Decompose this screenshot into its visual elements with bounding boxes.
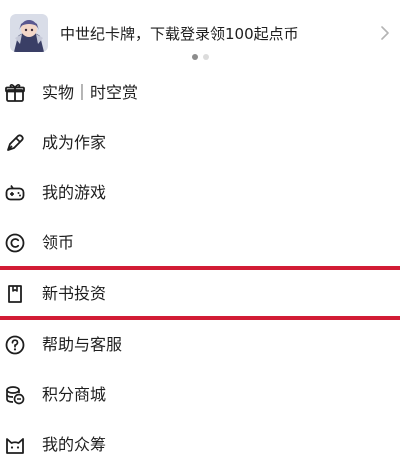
menu-item-label: 帮助与客服	[42, 335, 123, 354]
gamepad-icon	[4, 182, 26, 204]
menu-item-help-support[interactable]: 帮助与客服	[0, 320, 400, 370]
cat-face-icon	[4, 434, 26, 456]
menu-item-label: 领币	[42, 233, 75, 252]
profile-menu-page: 中世纪卡牌，下载登录领100起点币 实物｜时空赏 成为作家 我的游戏 领币 新书…	[0, 0, 400, 461]
banner-text: 中世纪卡牌，下载登录领100起点币	[60, 25, 299, 43]
menu-item-label: 积分商城	[42, 385, 107, 404]
menu-item-label: 实物｜时空赏	[42, 83, 139, 102]
menu-item-label: 新书投资	[42, 284, 107, 303]
pagination-dot-active[interactable]	[192, 54, 198, 60]
menu-item-points-mall[interactable]: 积分商城	[0, 370, 400, 420]
pen-icon	[4, 132, 26, 154]
menu-item-new-book-investment[interactable]: 新书投资	[0, 270, 400, 316]
coin-icon	[4, 232, 26, 254]
gift-icon	[4, 82, 26, 104]
game-character-thumbnail	[10, 14, 48, 52]
menu-item-label: 成为作家	[42, 133, 107, 152]
menu-item-my-games[interactable]: 我的游戏	[0, 168, 400, 218]
pagination-dot[interactable]	[203, 54, 209, 60]
menu-item-label: 我的游戏	[42, 183, 107, 202]
menu-item-physical-rewards[interactable]: 实物｜时空赏	[0, 68, 400, 118]
book-icon	[4, 283, 26, 305]
promo-banner[interactable]: 中世纪卡牌，下载登录领100起点币	[8, 4, 396, 58]
menu-item-claim-coins[interactable]: 领币	[0, 218, 400, 268]
chevron-right-icon	[378, 24, 392, 42]
menu-item-label: 我的众筹	[42, 435, 107, 454]
points-icon	[4, 384, 26, 406]
banner-pagination	[192, 54, 209, 60]
menu-item-become-author[interactable]: 成为作家	[0, 118, 400, 168]
help-icon	[4, 334, 26, 356]
menu-item-my-crowdfunding[interactable]: 我的众筹	[0, 420, 400, 461]
